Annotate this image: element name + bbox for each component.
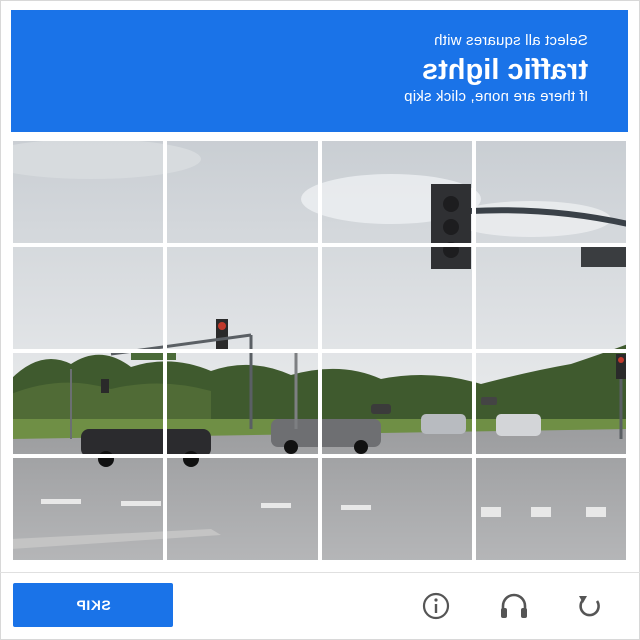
skip-hint-text: If there are none, click skip bbox=[403, 88, 588, 105]
grid-tile-13[interactable] bbox=[11, 456, 166, 562]
info-icon[interactable] bbox=[416, 586, 456, 626]
grid-tile-12[interactable] bbox=[473, 350, 628, 457]
challenge-image-grid bbox=[11, 139, 628, 562]
grid-tile-1[interactable] bbox=[11, 139, 166, 245]
skip-button-label: SKIP bbox=[75, 597, 111, 613]
captcha-header: Select all squares with traffic lights I… bbox=[11, 10, 628, 132]
grid-tile-3[interactable] bbox=[319, 139, 474, 245]
grid-tile-5[interactable] bbox=[11, 244, 166, 351]
grid-tile-11[interactable] bbox=[319, 350, 474, 457]
skip-button[interactable]: SKIP bbox=[13, 583, 173, 627]
reload-icon[interactable] bbox=[570, 586, 610, 626]
grid-tile-9[interactable] bbox=[11, 350, 166, 457]
grid-tile-8[interactable] bbox=[473, 244, 628, 351]
grid-tile-16[interactable] bbox=[473, 456, 628, 562]
grid-tile-15[interactable] bbox=[319, 456, 474, 562]
instruction-text: Select all squares with bbox=[434, 32, 588, 49]
headphones-icon[interactable] bbox=[494, 586, 534, 626]
target-object-text: traffic lights bbox=[422, 54, 588, 86]
tile-grid bbox=[11, 139, 628, 562]
footer-divider bbox=[0, 572, 640, 573]
grid-tile-10[interactable] bbox=[165, 350, 320, 457]
grid-tile-6[interactable] bbox=[165, 244, 320, 351]
grid-tile-2[interactable] bbox=[165, 139, 320, 245]
grid-tile-14[interactable] bbox=[165, 456, 320, 562]
grid-tile-7[interactable] bbox=[319, 244, 474, 351]
grid-tile-4[interactable] bbox=[473, 139, 628, 245]
